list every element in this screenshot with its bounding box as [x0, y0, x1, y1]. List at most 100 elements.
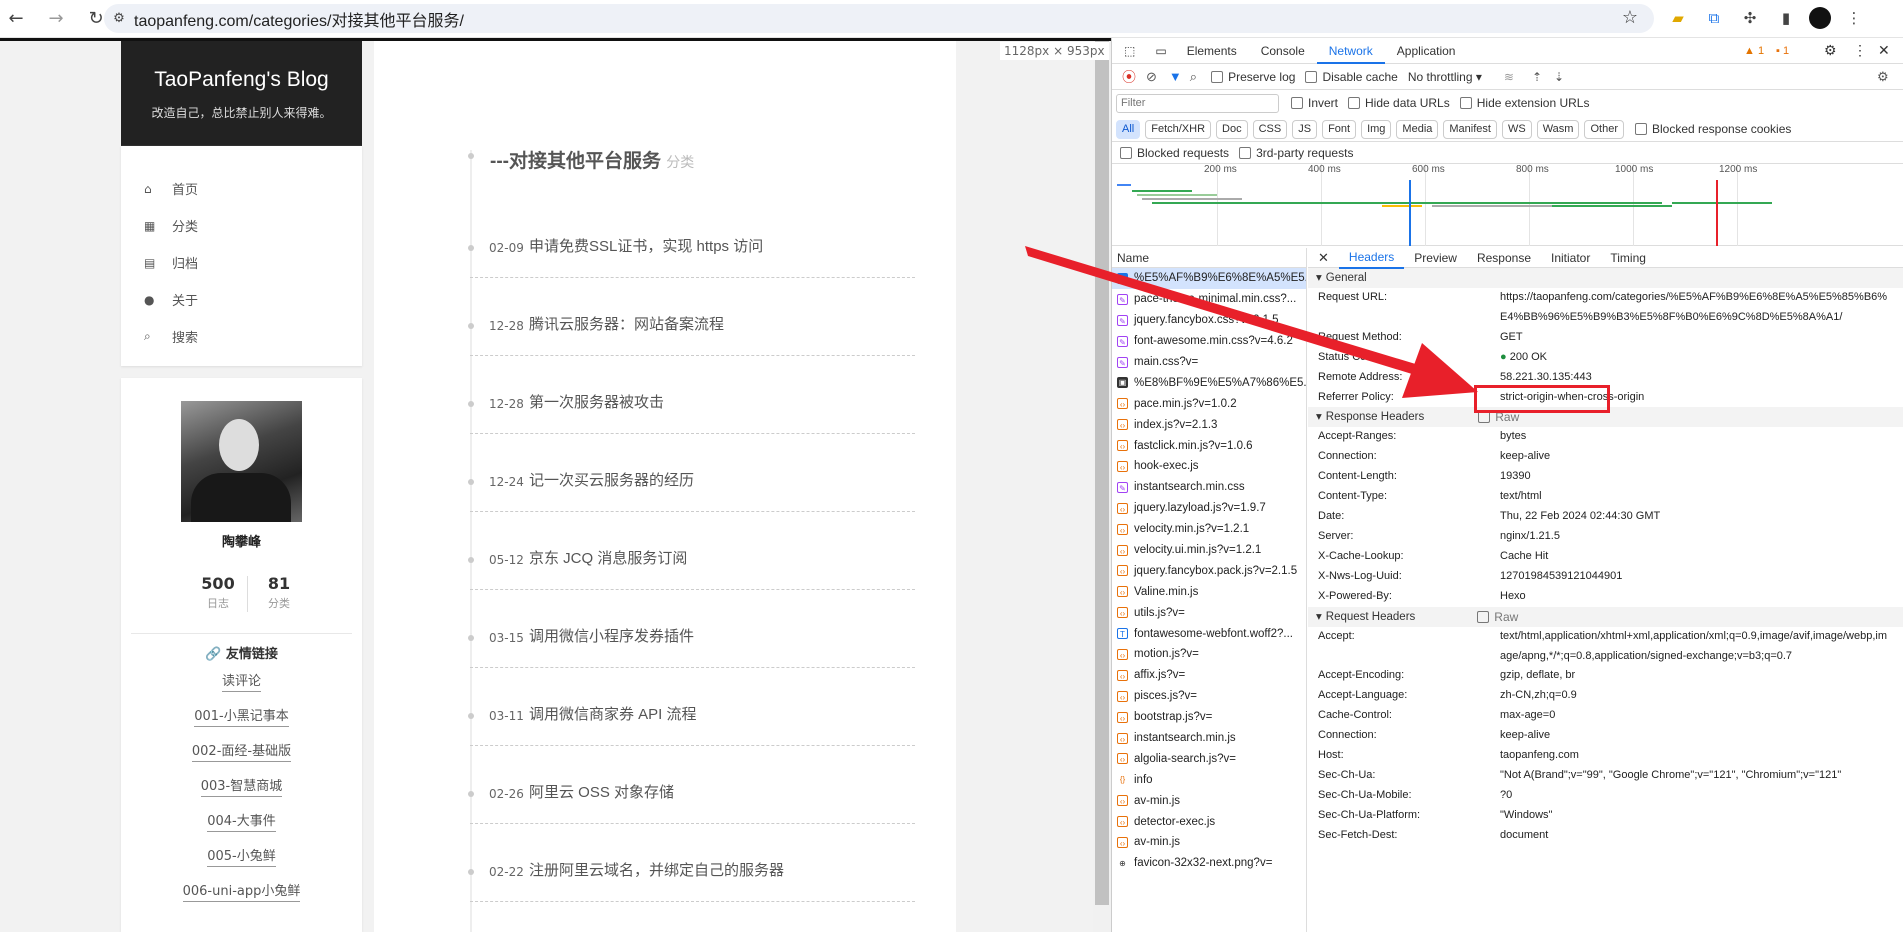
forward-icon[interactable]: → — [42, 5, 70, 33]
post-item[interactable]: 02-26 阿里云 OSS 对象存储 — [468, 746, 915, 824]
kebab-menu-icon[interactable]: ⋮ — [1841, 5, 1867, 31]
post-title[interactable]: 申请免费SSL证书，实现 https 访问 — [529, 235, 763, 256]
chip-other[interactable]: Other — [1584, 119, 1624, 139]
request-row[interactable]: ‹› detector-exec.js — [1112, 811, 1306, 832]
post-title[interactable]: 调用微信商家券 API 流程 — [529, 703, 697, 724]
friend-link[interactable]: 003-智慧商城 — [121, 775, 362, 797]
tab-network[interactable]: Network — [1316, 38, 1385, 64]
network-overview-timeline[interactable]: 200 ms 400 ms 600 ms 800 ms 1000 ms 1200… — [1112, 164, 1903, 246]
tab-timing[interactable]: Timing — [1600, 248, 1656, 268]
post-title[interactable]: 注册阿里云域名，并绑定自己的服务器 — [529, 859, 784, 880]
request-row[interactable]: ‹› motion.js?v= — [1112, 644, 1306, 665]
blocked-cookies-checkbox[interactable]: Blocked response cookies — [1634, 122, 1791, 136]
post-item[interactable]: 03-11 调用微信商家券 API 流程 — [468, 668, 915, 746]
request-row[interactable]: ‹› velocity.ui.min.js?v=1.2.1 — [1112, 540, 1306, 561]
network-conditions-icon[interactable]: ≋ — [1504, 70, 1514, 84]
name-column-header[interactable]: Name — [1112, 248, 1306, 268]
tab-initiator[interactable]: Initiator — [1541, 248, 1600, 268]
inspect-icon[interactable]: ⬚ — [1112, 38, 1147, 64]
friend-link[interactable]: 005-小兔鲜 — [121, 845, 362, 867]
issue-count[interactable]: ▪ 1 — [1776, 45, 1789, 57]
request-row[interactable]: ✎ instantsearch.min.css — [1112, 477, 1306, 498]
request-row[interactable]: {} info — [1112, 769, 1306, 790]
post-title[interactable]: 调用微信小程序发券插件 — [529, 625, 694, 646]
request-row[interactable]: Tfontawesome-webfont.woff2?... — [1112, 623, 1306, 644]
request-row[interactable]: ‹› algolia-search.js?v= — [1112, 748, 1306, 769]
profile-avatar-icon[interactable] — [1809, 7, 1831, 29]
tab-elements[interactable]: Elements — [1175, 38, 1249, 64]
post-item[interactable]: 12-28 第一次服务器被攻击 — [468, 356, 915, 434]
request-row[interactable]: ‹› bootstrap.js?v= — [1112, 707, 1306, 728]
extension-icon-1[interactable]: ▰ — [1665, 5, 1691, 31]
chip-wasm[interactable]: Wasm — [1536, 119, 1580, 139]
export-har-icon[interactable]: ⇣ — [1554, 70, 1564, 84]
chip-manifest[interactable]: Manifest — [1443, 119, 1497, 139]
close-detail-icon[interactable]: ✕ — [1308, 248, 1339, 268]
request-row[interactable]: ‹› pisces.js?v= — [1112, 686, 1306, 707]
tab-console[interactable]: Console — [1249, 38, 1317, 64]
close-devtools-icon[interactable]: ✕ — [1878, 42, 1890, 59]
chip-css[interactable]: CSS — [1252, 119, 1288, 139]
post-item[interactable]: 02-22 注册阿里云域名，并绑定自己的服务器 — [468, 824, 915, 902]
site-title[interactable]: TaoPanfeng's Blog — [121, 68, 362, 92]
clear-icon[interactable]: ⊘ — [1146, 69, 1157, 85]
chip-fetch-xhr[interactable]: Fetch/XHR — [1145, 119, 1212, 139]
request-row[interactable]: ‹› av-min.js — [1112, 832, 1306, 853]
side-panel-icon[interactable]: ▮ — [1773, 5, 1799, 31]
request-row[interactable]: ▣ %E8%BF%9E%E5%A7%86%E5... — [1112, 372, 1306, 393]
section-request-headers[interactable]: ▾ Request Headers Raw — [1308, 606, 1903, 627]
disable-cache-checkbox[interactable]: Disable cache — [1305, 70, 1398, 84]
post-item[interactable]: 02-09 申请免费SSL证书，实现 https 访问 — [468, 200, 915, 278]
request-row[interactable]: ‹› Valine.min.js — [1112, 581, 1306, 602]
search-icon[interactable]: ⌕ — [1190, 69, 1197, 85]
request-row[interactable]: ⊕ favicon-32x32-next.png?v= — [1112, 853, 1306, 874]
post-item[interactable]: 03-15 调用微信小程序发券插件 — [468, 590, 915, 668]
device-toggle-icon[interactable]: ▭ — [1147, 38, 1174, 64]
menu-item-search[interactable]: ⌕ 搜索 — [121, 318, 362, 355]
settings-gear-icon[interactable]: ⚙ — [1824, 42, 1837, 59]
record-icon[interactable]: ⦿ — [1122, 67, 1136, 87]
tab-response[interactable]: Response — [1467, 248, 1541, 268]
chip-img[interactable]: Img — [1361, 119, 1392, 139]
section-general[interactable]: ▾ General — [1308, 268, 1903, 288]
filter-icon[interactable]: ▼ — [1169, 69, 1182, 84]
address-bar[interactable]: ⚙ taopanfeng.com/categories/对接其他平台服务/ ☆ — [104, 4, 1654, 33]
bookmark-star-icon[interactable]: ☆ — [1622, 7, 1638, 28]
request-row[interactable]: ‹› pace.min.js?v=1.0.2 — [1112, 393, 1306, 414]
post-title[interactable]: 第一次服务器被攻击 — [529, 391, 664, 412]
raw-toggle[interactable]: Raw — [1477, 607, 1518, 627]
request-row[interactable]: ✎ jquery.fancybox.css?v=2.1.5 — [1112, 310, 1306, 331]
page-scrollbar-thumb[interactable] — [1095, 41, 1109, 905]
blocked-requests-checkbox[interactable]: Blocked requests — [1120, 146, 1229, 160]
chip-all[interactable]: All — [1116, 119, 1141, 139]
tab-application[interactable]: Application — [1385, 38, 1468, 64]
request-row[interactable]: ✎ font-awesome.min.css?v=4.6.2 — [1112, 331, 1306, 352]
friend-link[interactable]: 006-uni-app小兔鲜 — [121, 880, 362, 902]
post-item[interactable]: 12-28 腾讯云服务器：网站备案流程 — [468, 278, 915, 356]
chip-js[interactable]: JS — [1292, 119, 1318, 139]
post-item[interactable]: 05-12 京东 JCQ 消息服务订阅 — [468, 512, 915, 590]
third-party-checkbox[interactable]: 3rd-party requests — [1239, 146, 1353, 160]
menu-item-home[interactable]: ⌂ 首页 — [121, 170, 362, 207]
request-row[interactable]: ✎ main.css?v= — [1112, 352, 1306, 373]
hide-extension-urls-checkbox[interactable]: Hide extension URLs — [1459, 96, 1589, 110]
request-row[interactable]: ‹› velocity.min.js?v=1.2.1 — [1112, 519, 1306, 540]
request-row[interactable]: ‹› index.js?v=2.1.3 — [1112, 414, 1306, 435]
devtools-menu-icon[interactable]: ⋮ — [1853, 42, 1867, 59]
warning-count[interactable]: ▲ 1 — [1744, 45, 1764, 57]
request-row[interactable]: ‹› fastclick.min.js?v=1.0.6 — [1112, 435, 1306, 456]
menu-item-archives[interactable]: ▤ 归档 — [121, 244, 362, 281]
hide-data-urls-checkbox[interactable]: Hide data URLs — [1348, 96, 1450, 110]
request-row[interactable]: ‹› affix.js?v= — [1112, 665, 1306, 686]
friend-link[interactable]: 读评论 — [121, 670, 362, 692]
post-item[interactable]: 12-24 记一次买云服务器的经历 — [468, 434, 915, 512]
extension-icon-2[interactable]: ⧉ — [1701, 5, 1727, 31]
tab-headers[interactable]: Headers — [1338, 247, 1405, 269]
throttling-select[interactable]: No throttling ▾ — [1408, 70, 1482, 84]
chip-media[interactable]: Media — [1396, 119, 1439, 139]
stat-categories[interactable]: 81 分类 — [249, 574, 309, 611]
menu-item-about[interactable]: ● 关于 — [121, 281, 362, 318]
post-title[interactable]: 记一次买云服务器的经历 — [529, 469, 694, 490]
tab-preview[interactable]: Preview — [1404, 248, 1467, 268]
post-title[interactable]: 阿里云 OSS 对象存储 — [529, 781, 674, 802]
